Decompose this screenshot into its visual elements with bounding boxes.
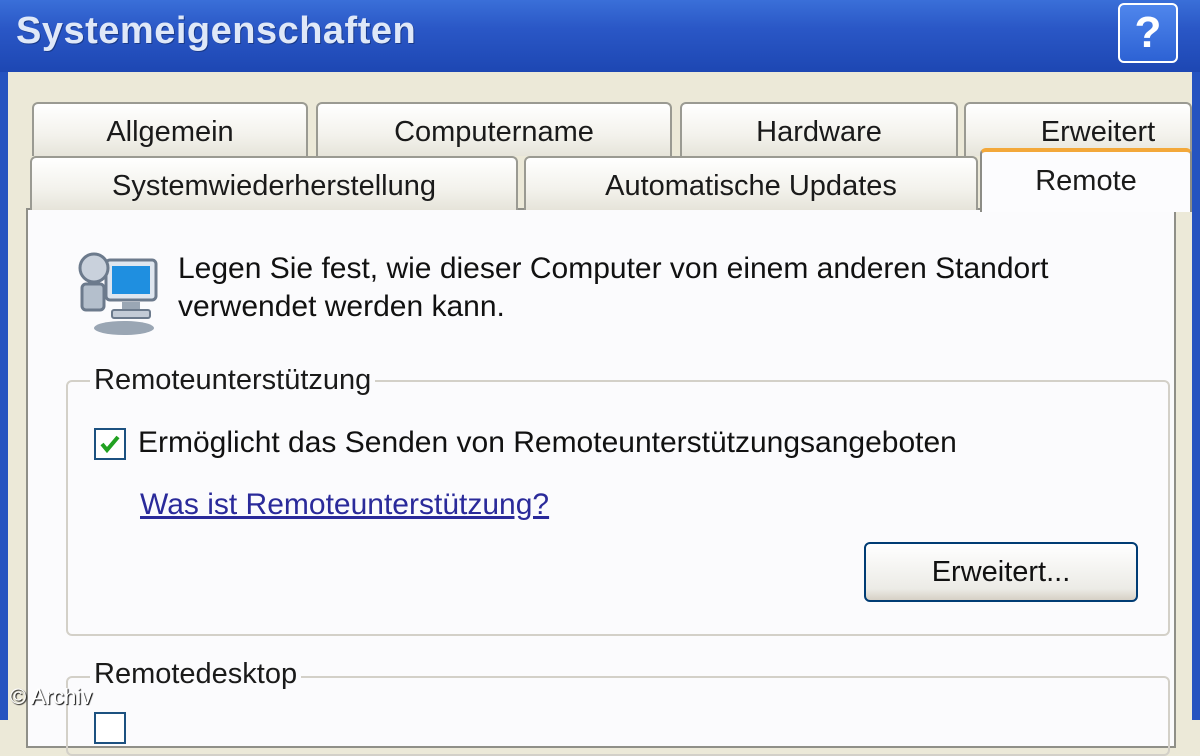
checkmark-icon — [100, 435, 120, 454]
tab-hardware[interactable]: Hardware — [680, 102, 958, 156]
remote-assistance-checkbox[interactable] — [94, 428, 126, 460]
advanced-button[interactable]: Erweitert... — [864, 542, 1138, 602]
intro-line-1: Legen Sie fest, wie dieser Computer von … — [178, 252, 1049, 285]
copyright-watermark: © Archiv — [10, 684, 93, 709]
tab-automatische-updates[interactable]: Automatische Updates — [524, 156, 978, 210]
window-title: Systemeigenschaften — [16, 10, 417, 52]
tab-computername[interactable]: Computername — [316, 102, 672, 156]
remote-desktop-checkbox[interactable] — [94, 712, 126, 744]
intro-line-2: verwendet werden kann. — [178, 290, 505, 323]
remote-computer-icon — [78, 252, 158, 335]
window-frame-right — [1192, 72, 1200, 720]
help-button[interactable]: ? — [1118, 3, 1178, 63]
remote-assistance-legend: Remoteunterstützung — [90, 364, 376, 397]
remote-desktop-legend: Remotedesktop — [90, 658, 302, 691]
window-frame-left — [0, 72, 8, 720]
intro-description: Legen Sie fest, wie dieser Computer von … — [178, 250, 1138, 326]
tab-remote[interactable]: Remote — [980, 148, 1192, 212]
remote-assistance-help-link[interactable]: Was ist Remoteunterstützung? — [140, 488, 549, 522]
title-bar[interactable]: Systemeigenschaften ? — [0, 0, 1200, 72]
tab-allgemein[interactable]: Allgemein — [32, 102, 308, 156]
tab-systemwiederherstellung[interactable]: Systemwiederherstellung — [30, 156, 518, 210]
remote-assistance-checkbox-label[interactable]: Ermöglicht das Senden von Remoteunterstü… — [138, 426, 957, 460]
